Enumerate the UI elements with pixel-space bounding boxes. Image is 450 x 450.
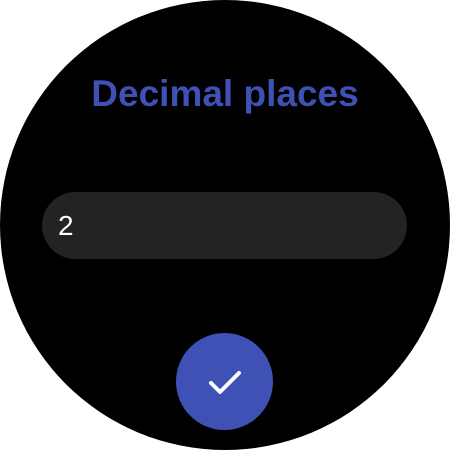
confirm-button[interactable] (176, 333, 273, 430)
decimal-places-input[interactable] (42, 192, 407, 259)
check-icon (207, 368, 243, 396)
watch-screen: Decimal places (0, 0, 450, 450)
page-title: Decimal places (91, 73, 359, 114)
